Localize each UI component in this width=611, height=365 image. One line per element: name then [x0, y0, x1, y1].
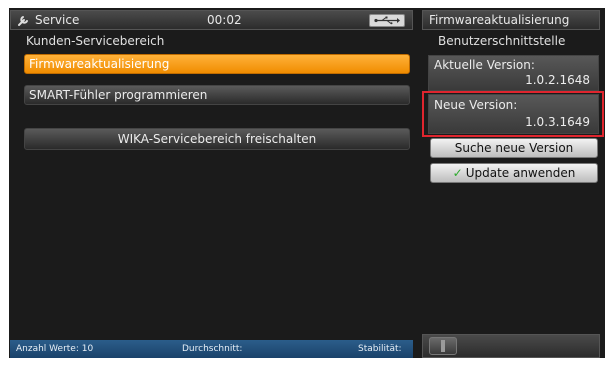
checkmark-icon: ✓ [452, 166, 463, 180]
customer-service-heading: Kunden-Servicebereich [26, 34, 165, 48]
right-panel-header: Firmwareaktualisierung [422, 10, 600, 30]
interface-heading: Benutzerschnittstelle [438, 34, 566, 48]
search-new-version-button[interactable]: Suche neue Version [430, 138, 598, 158]
bottom-control-panel [422, 334, 600, 358]
new-version-highlight-frame [422, 91, 604, 137]
apply-update-label: Update anwenden [465, 166, 576, 180]
current-version-value: 1.0.2.1648 [525, 73, 590, 87]
right-panel-title: Firmwareaktualisierung [429, 13, 570, 27]
stability-label: Stabilität: [358, 344, 402, 354]
screen-title: Service [35, 13, 80, 27]
usb-icon [369, 14, 405, 27]
status-bar: Anzahl Werte: 10 Durchschnitt: Stabilitä… [10, 340, 413, 358]
menu-item-label: SMART-Fühler programmieren [29, 88, 208, 102]
current-version-label: Aktuelle Version: [434, 58, 535, 72]
current-version-box: Aktuelle Version: 1.0.2.1648 [428, 55, 599, 91]
elapsed-time: 00:02 [207, 13, 242, 27]
slider-handle[interactable] [429, 337, 457, 355]
unlock-service-button[interactable]: WIKA-Servicebereich freischalten [24, 128, 410, 150]
menu-item-smart-sensor[interactable]: SMART-Fühler programmieren [24, 85, 410, 105]
title-bar: Service 00:02 [10, 10, 413, 30]
value-count: Anzahl Werte: 10 [16, 344, 94, 354]
menu-item-firmware-update[interactable]: Firmwareaktualisierung [24, 54, 410, 74]
wrench-icon [18, 16, 28, 26]
apply-update-button[interactable]: ✓ Update anwenden [430, 163, 598, 183]
average-label: Durchschnitt: [182, 344, 243, 354]
menu-item-label: Firmwareaktualisierung [29, 57, 170, 71]
